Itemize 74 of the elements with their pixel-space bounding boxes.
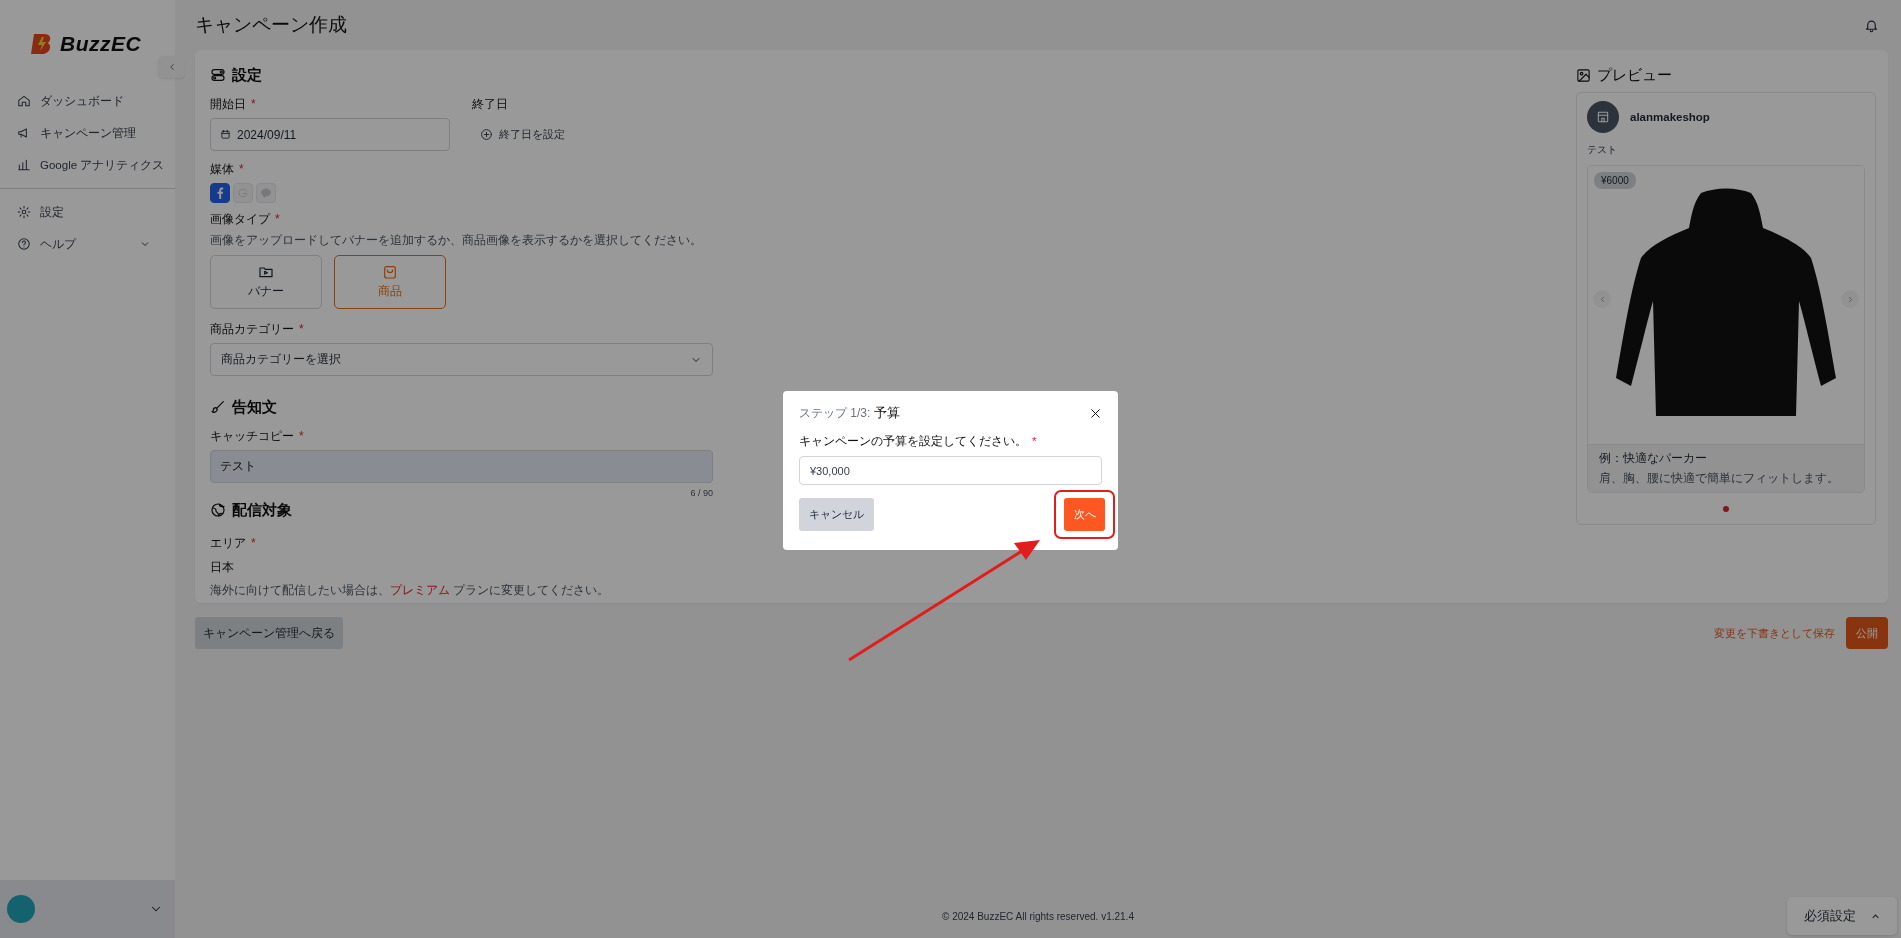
category-select[interactable]: 商品カテゴリーを選択 (210, 343, 713, 376)
folder-play-icon (258, 264, 274, 280)
required-mark: * (275, 212, 280, 226)
shopping-bag-icon (382, 264, 398, 280)
required-mark: * (239, 162, 244, 176)
field-label: 終了日 (472, 96, 508, 113)
next-button[interactable]: 次へ (1064, 498, 1105, 531)
price-badge: ¥6000 (1594, 172, 1636, 189)
character-counter: 6 / 90 (689, 488, 713, 498)
image-icon (1576, 67, 1591, 83)
close-button[interactable] (1089, 406, 1102, 420)
home-icon (17, 94, 31, 108)
avatar (7, 895, 35, 923)
product-title: 例：快適なパーカー (1599, 450, 1708, 467)
publish-button[interactable]: 公開 (1846, 617, 1888, 649)
field-label: 画像タイプ (210, 211, 270, 228)
field-label: キャッチコピー (210, 428, 294, 445)
nav-item[interactable]: ダッシュボード (0, 85, 175, 117)
nav-item[interactable]: 設定 (0, 196, 175, 228)
footer-text: © 2024 BuzzEC All rights reserved. v1.21.4 (942, 911, 1134, 922)
required-mark: * (251, 97, 256, 111)
help-icon (17, 237, 31, 251)
field-label: エリア (210, 535, 246, 552)
bell-icon (1864, 17, 1879, 33)
upgrade-note: 海外に向けて配信したい場合は、プレミアム プランに変更してください。 (210, 582, 611, 599)
shop-name: alanmakeshop (1630, 111, 1710, 123)
required-mark: * (299, 429, 304, 443)
facebook-icon (215, 187, 225, 199)
media-option[interactable] (210, 183, 230, 203)
toggles-icon (210, 67, 226, 83)
catch-copy-input[interactable]: テスト (210, 450, 713, 483)
dialog-title: 予算 (874, 404, 901, 422)
start-date-field[interactable]: 2024/09/11 (210, 118, 450, 151)
calendar-icon (220, 129, 231, 140)
nav-item[interactable]: キャンペーン管理 (0, 117, 175, 149)
field-label: 開始日 (210, 96, 246, 113)
help-text: 画像をアップロードしてバナーを追加するか、商品画像を表示するかを選択してください。 (210, 232, 703, 249)
g-letter-icon (237, 187, 249, 199)
ad-text: テスト (1587, 143, 1618, 157)
product-description: 肩、胸、腰に快適で簡単にフィットします。 (1599, 470, 1840, 487)
globe-icon (210, 502, 226, 518)
section-heading: 告知文 (232, 397, 277, 417)
carousel-dot[interactable] (1723, 506, 1729, 512)
required-settings-button[interactable]: 必須設定 (1787, 897, 1897, 935)
previous-image-button[interactable] (1593, 290, 1611, 308)
field-label: 商品カテゴリー (210, 321, 294, 338)
step-indicator: ステップ 1/3: (799, 404, 871, 422)
chat-bubble-icon (260, 187, 272, 199)
required-mark: * (299, 322, 304, 336)
required-mark: * (251, 536, 256, 550)
budget-input[interactable]: ¥30,000 (799, 456, 1102, 485)
required-mark: * (1032, 435, 1037, 447)
store-icon (1596, 110, 1610, 124)
nav-item[interactable]: Google アナリティクス (0, 149, 175, 181)
page-title: キャンペーン作成 (195, 13, 347, 37)
section-heading: 配信対象 (232, 500, 292, 520)
brush-icon (210, 399, 226, 415)
premium-link[interactable]: プレミアム (390, 583, 450, 597)
section-heading: 設定 (232, 65, 262, 85)
field-label: キャンペーンの予算を設定してください。 (799, 434, 1027, 449)
bar-chart-icon (17, 158, 31, 172)
section-heading: プレビュー (1597, 65, 1672, 85)
set-end-date-button[interactable]: 終了日を設定 (472, 118, 573, 151)
collapse-sidebar-button[interactable] (158, 56, 185, 78)
cancel-button[interactable]: キャンセル (799, 498, 874, 531)
close-icon (1089, 406, 1102, 420)
plus-circle-icon (480, 128, 493, 141)
next-image-button[interactable] (1841, 290, 1859, 308)
back-button[interactable]: キャンペーン管理へ戻る (195, 617, 343, 649)
image-type-option[interactable]: バナー (210, 255, 322, 309)
nav-item[interactable]: ヘルプ (0, 228, 175, 260)
area-value: 日本 (210, 559, 235, 576)
brand-name: BuzzEC (60, 32, 142, 56)
field-label: 媒体 (210, 161, 234, 178)
